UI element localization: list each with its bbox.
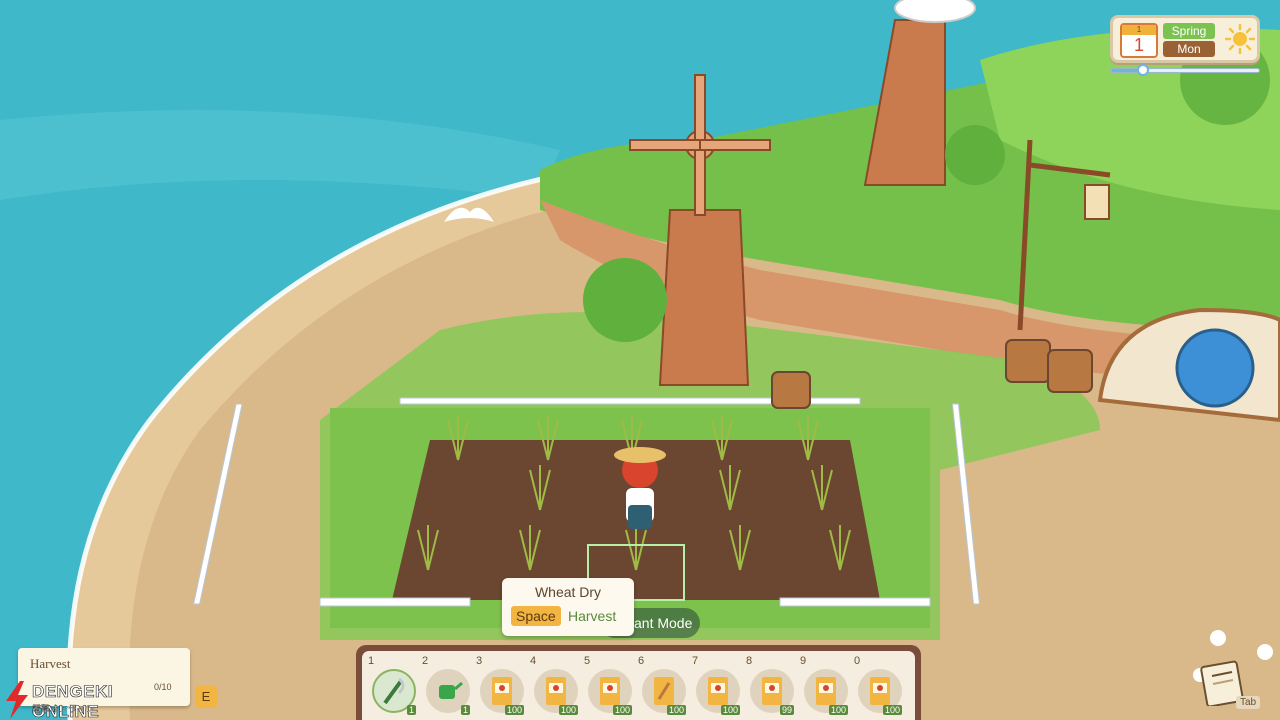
weekday-label: Mon	[1163, 41, 1215, 57]
hotbar-slot-6[interactable]: 6 100	[636, 655, 686, 717]
quest-progress: 0/10	[154, 682, 172, 692]
slot-quantity: 100	[828, 705, 848, 715]
slot-quantity: 100	[720, 705, 740, 715]
slot-quantity: 100	[504, 705, 524, 715]
watermark-sub: 電撃オンライン	[32, 704, 96, 714]
slot-quantity: 100	[612, 705, 632, 715]
slot-number: 0	[854, 655, 861, 667]
seed-packet-icon	[546, 677, 566, 705]
calendar-month: 1	[1122, 25, 1156, 35]
seed-packet-icon	[492, 677, 512, 705]
tooltip-item-name: Wheat Dry	[534, 584, 602, 600]
sickle-icon	[383, 677, 405, 705]
tooltip-key[interactable]: Space	[511, 606, 561, 626]
bush	[945, 125, 1005, 185]
slot-number: 4	[530, 655, 537, 667]
hotbar-slot-0[interactable]: 0 100	[852, 655, 902, 717]
slot-number: 8	[746, 655, 753, 667]
round-door	[1175, 328, 1255, 408]
hotbar-slot-3[interactable]: 3 100	[474, 655, 524, 717]
slot-number: 9	[800, 655, 807, 667]
wheat-seed-packet-icon	[654, 677, 674, 705]
journal[interactable]: Tab	[1200, 660, 1262, 712]
seed-packet-icon	[816, 677, 836, 705]
slot-number: 7	[692, 655, 699, 667]
hotbar-slot-5[interactable]: 5 100	[582, 655, 632, 717]
time-knob	[1137, 64, 1149, 76]
seed-packet-icon	[762, 677, 782, 705]
slot-quantity: 1	[406, 705, 416, 715]
slot-quantity: 99	[779, 705, 794, 715]
quest-key[interactable]: E	[195, 686, 217, 708]
sun-icon	[1225, 24, 1255, 54]
journal-key: Tab	[1236, 696, 1261, 709]
hotbar-inner: 1 1 2 1 3 100 4 100 5 100 6 100 7 100 8 99 9 100 0 100	[362, 651, 915, 720]
seed-packet-icon	[600, 677, 620, 705]
lantern	[1084, 184, 1110, 220]
watermark: DENGEKI ONLINE 電撃オンライン	[0, 680, 130, 720]
calendar-widget: 1 1 Spring Mon	[1110, 15, 1260, 63]
time-track	[1110, 68, 1260, 73]
hotbar-slot-1[interactable]: 11	[366, 655, 416, 717]
season-label: Spring	[1163, 23, 1215, 39]
hotbar-slot-9[interactable]: 9 100	[798, 655, 848, 717]
slot-quantity: 100	[666, 705, 686, 715]
slot-number: 3	[476, 655, 483, 667]
interaction-tooltip: Wheat Dry Space Harvest	[502, 578, 634, 636]
watering-can-icon	[439, 681, 463, 699]
hotbar-slot-8[interactable]: 8 99	[744, 655, 794, 717]
tooltip-action: Harvest	[568, 608, 617, 624]
slot-quantity: 100	[882, 705, 902, 715]
slot-quantity: 100	[558, 705, 578, 715]
seed-packet-icon	[708, 677, 728, 705]
slot-quantity: 1	[460, 705, 470, 715]
hotbar: 1 1 2 1 3 100 4 100 5 100 6 100 7 100 8 99 9 100 0 100	[356, 645, 921, 720]
slot-number: 2	[422, 655, 429, 667]
hotbar-slot-4[interactable]: 4 100	[528, 655, 578, 717]
day-time-bar	[1110, 64, 1260, 78]
slot-number: 5	[584, 655, 591, 667]
tree	[583, 258, 667, 342]
calendar-page: 1 1	[1120, 23, 1158, 58]
hotbar-slot-2[interactable]: 21	[420, 655, 470, 717]
calendar-day: 1	[1133, 35, 1144, 55]
seed-packet-icon	[870, 677, 890, 705]
quest-label: Harvest	[30, 656, 71, 671]
hotbar-slot-7[interactable]: 7 100	[690, 655, 740, 717]
watermark-logo-icon	[6, 681, 28, 719]
slot-number: 6	[638, 655, 645, 667]
slot-number: 1	[368, 655, 375, 667]
